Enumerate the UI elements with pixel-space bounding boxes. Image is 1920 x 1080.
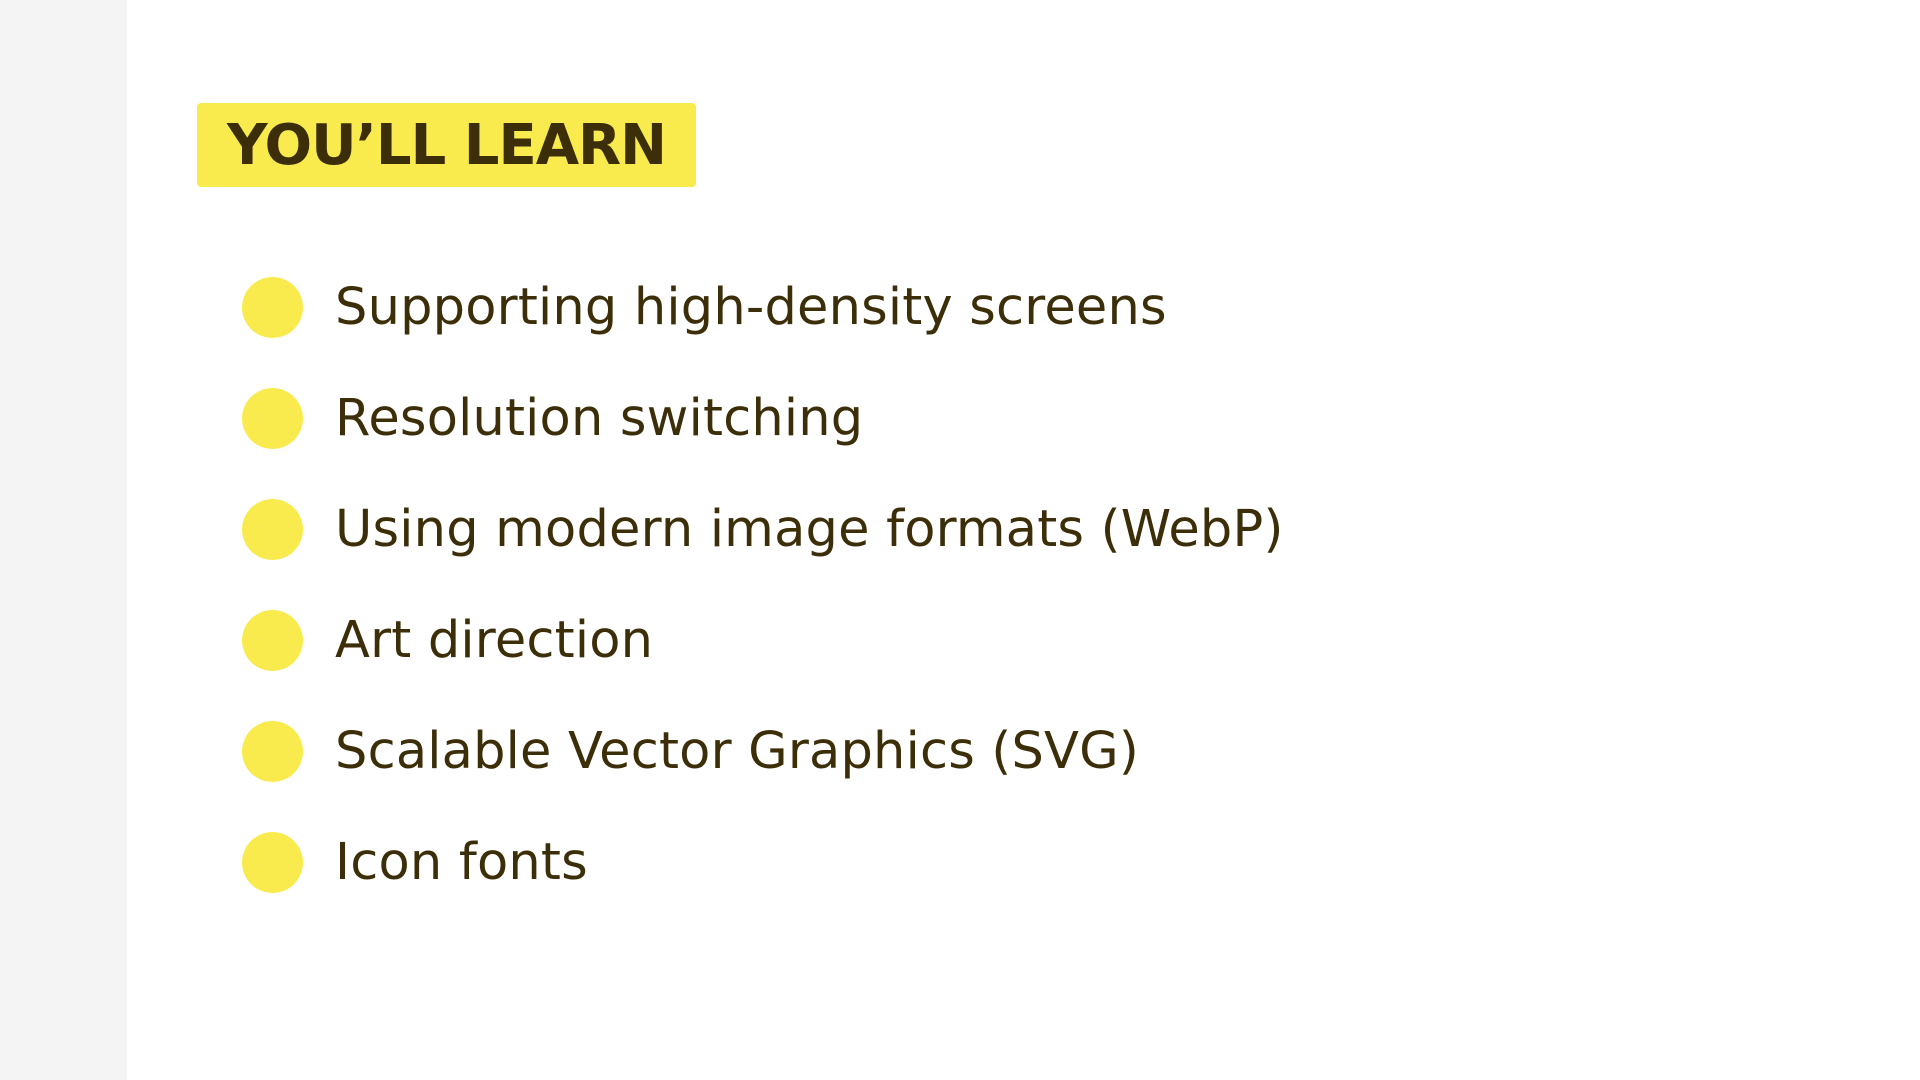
section-heading-badge: YOU’LL LEARN xyxy=(197,103,697,187)
list-item: Scalable Vector Graphics (SVG) xyxy=(242,696,1284,807)
list-item: Supporting high-density screens xyxy=(242,252,1284,363)
list-item-text: Supporting high-density screens xyxy=(335,278,1167,337)
bullet-dot-icon xyxy=(242,721,303,782)
list-item-text: Art direction xyxy=(335,611,654,670)
list-item: Icon fonts xyxy=(242,807,1284,918)
list-item-text: Using modern image formats (WebP) xyxy=(335,500,1284,559)
bullet-dot-icon xyxy=(242,277,303,338)
left-margin-strip xyxy=(0,0,127,1080)
list-item: Art direction xyxy=(242,585,1284,696)
list-item: Using modern image formats (WebP) xyxy=(242,474,1284,585)
list-item-text: Scalable Vector Graphics (SVG) xyxy=(335,722,1139,781)
list-item: Resolution switching xyxy=(242,363,1284,474)
slide: YOU’LL LEARN Supporting high-density scr… xyxy=(0,0,1920,1080)
section-heading: YOU’LL LEARN xyxy=(227,112,667,178)
learning-list: Supporting high-density screens Resoluti… xyxy=(242,252,1284,918)
bullet-dot-icon xyxy=(242,832,303,893)
bullet-dot-icon xyxy=(242,499,303,560)
list-item-text: Icon fonts xyxy=(335,833,588,892)
bullet-dot-icon xyxy=(242,388,303,449)
bullet-dot-icon xyxy=(242,610,303,671)
list-item-text: Resolution switching xyxy=(335,389,864,448)
